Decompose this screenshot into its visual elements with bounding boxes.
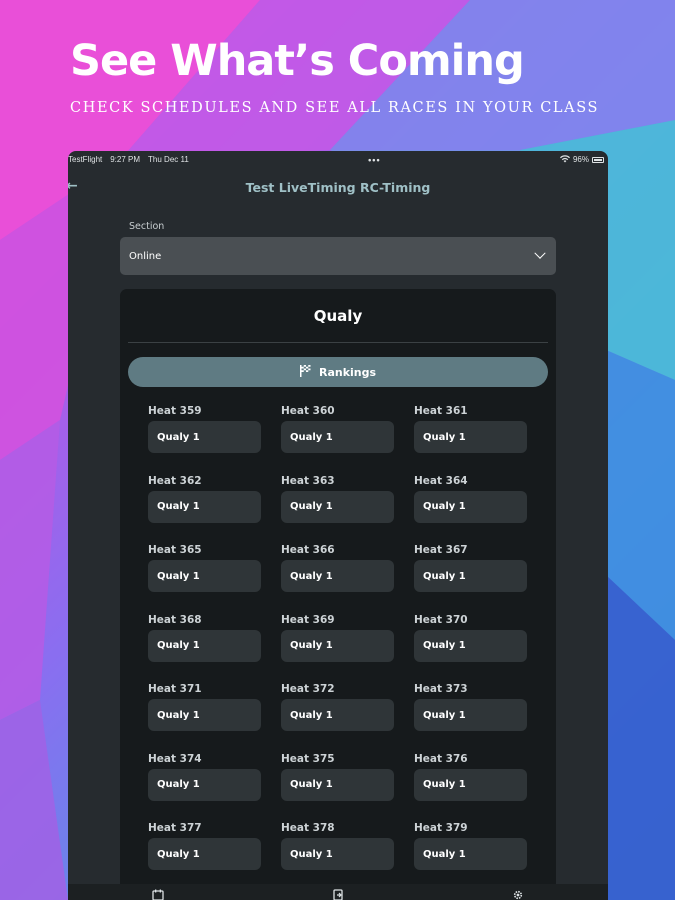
heat-round-button[interactable]: Qualy 1 xyxy=(281,560,394,592)
heat-name: Heat 366 xyxy=(281,544,335,556)
heat-round-button[interactable]: Qualy 1 xyxy=(414,560,527,592)
heat-name: Heat 376 xyxy=(414,752,468,765)
heat-item: Heat 375 Qualy 1 xyxy=(281,749,414,819)
heat-name: Heat 362 xyxy=(148,474,202,487)
status-date: Thu Dec 11 xyxy=(148,155,189,164)
heat-item: Heat 368 Qualy 1 xyxy=(148,610,281,680)
heat-name: Heat 378 xyxy=(281,822,335,834)
battery-percent: 96% xyxy=(572,155,589,164)
status-bar: TestFlight 9:27 PM Thu Dec 11 ••• 96% xyxy=(68,151,608,168)
heat-name: Heat 361 xyxy=(414,405,468,417)
heat-item: Heat 370 Qualy 1 xyxy=(414,610,547,680)
heat-item: Heat 367 Qualy 1 xyxy=(414,540,547,610)
wifi-icon xyxy=(559,154,570,165)
section-select-value: Online xyxy=(129,250,162,262)
heat-name: Heat 364 xyxy=(414,474,468,487)
heat-item: Heat 379 Qualy 1 xyxy=(414,818,547,888)
bottom-tab-bar xyxy=(68,884,608,900)
heat-name: Heat 377 xyxy=(148,822,202,834)
heat-round-button[interactable]: Qualy 1 xyxy=(414,838,527,870)
heat-item: Heat 361 Qualy 1 xyxy=(414,401,547,471)
gear-icon[interactable] xyxy=(512,889,524,900)
heat-round-button[interactable]: Qualy 1 xyxy=(281,699,394,731)
heat-name: Heat 372 xyxy=(281,683,335,695)
heat-round-button[interactable]: Qualy 1 xyxy=(414,768,527,801)
heat-item: Heat 378 Qualy 1 xyxy=(281,818,414,888)
heat-round-button[interactable]: Qualy 1 xyxy=(148,490,261,523)
section-label: Section xyxy=(129,221,165,232)
section-select[interactable]: Online xyxy=(120,237,556,275)
heat-name: Heat 369 xyxy=(281,613,335,626)
heat-item: Heat 371 Qualy 1 xyxy=(148,679,281,749)
heat-name: Heat 363 xyxy=(281,474,335,487)
heat-round-button[interactable]: Qualy 1 xyxy=(148,768,261,801)
heat-item: Heat 377 Qualy 1 xyxy=(148,818,281,888)
heat-round-button[interactable]: Qualy 1 xyxy=(148,560,261,592)
heat-name: Heat 359 xyxy=(148,405,202,417)
checkered-flag-icon xyxy=(299,364,311,380)
heat-round-button[interactable]: Qualy 1 xyxy=(281,838,394,870)
heat-item: Heat 359 Qualy 1 xyxy=(148,401,281,471)
promo-subhead: CHECK SCHEDULES AND SEE ALL RACES IN YOU… xyxy=(70,100,600,116)
heat-item: Heat 369 Qualy 1 xyxy=(281,610,414,680)
heat-name: Heat 360 xyxy=(281,405,335,417)
heat-name: Heat 373 xyxy=(414,683,468,695)
document-icon[interactable] xyxy=(332,889,344,900)
heat-round-button[interactable]: Qualy 1 xyxy=(414,421,527,453)
promo-headline: See What’s Coming xyxy=(70,36,525,86)
heat-item: Heat 365 Qualy 1 xyxy=(148,540,281,610)
app-title: Test LiveTiming RC-Timing xyxy=(245,179,431,195)
heat-round-button[interactable]: Qualy 1 xyxy=(414,699,527,731)
heat-name: Heat 374 xyxy=(148,752,202,765)
heat-round-button[interactable]: Qualy 1 xyxy=(148,421,261,453)
back-arrow-icon[interactable]: ← xyxy=(68,178,78,194)
heat-item: Heat 360 Qualy 1 xyxy=(281,401,414,471)
heat-round-button[interactable]: Qualy 1 xyxy=(148,629,261,662)
chevron-down-icon xyxy=(534,247,546,259)
heat-item: Heat 372 Qualy 1 xyxy=(281,679,414,749)
heat-round-button[interactable]: Qualy 1 xyxy=(414,629,527,662)
heat-grid: Heat 359 Qualy 1 Heat 360 Qualy 1 Heat 361 Qu… xyxy=(128,401,548,888)
status-carrier: TestFlight xyxy=(68,155,103,164)
heat-name: Heat 371 xyxy=(148,683,202,695)
heat-name: Heat 367 xyxy=(414,544,468,556)
status-time: 9:27 PM xyxy=(110,155,141,164)
heat-name: Heat 365 xyxy=(148,544,202,556)
heat-round-button[interactable]: Qualy 1 xyxy=(414,490,527,523)
heat-round-button[interactable]: Qualy 1 xyxy=(281,768,394,801)
heat-item: Heat 366 Qualy 1 xyxy=(281,540,414,610)
heat-round-button[interactable]: Qualy 1 xyxy=(281,629,394,662)
heat-round-button[interactable]: Qualy 1 xyxy=(148,699,261,731)
multitask-dots-icon[interactable]: ••• xyxy=(368,155,380,165)
main-content: Section Online Qualy Rankings Heat 359 Qu… xyxy=(68,221,608,900)
heat-round-button[interactable]: Qualy 1 xyxy=(281,490,394,523)
calendar-icon[interactable] xyxy=(152,889,164,900)
rankings-label: Rankings xyxy=(318,365,377,379)
heat-item: Heat 362 Qualy 1 xyxy=(148,471,281,541)
heat-item: Heat 376 Qualy 1 xyxy=(414,749,547,819)
heat-name: Heat 368 xyxy=(148,613,202,626)
app-bar: ← Test LiveTiming RC-Timing xyxy=(68,168,608,206)
heat-name: Heat 375 xyxy=(281,752,335,765)
tablet-screen: TestFlight 9:27 PM Thu Dec 11 ••• 96% ← … xyxy=(68,151,608,900)
battery-icon xyxy=(591,156,604,163)
heat-item: Heat 374 Qualy 1 xyxy=(148,749,281,819)
heat-round-button[interactable]: Qualy 1 xyxy=(281,421,394,453)
heat-name: Heat 370 xyxy=(414,613,468,626)
schedule-card: Qualy Rankings Heat 359 Qualy 1 Heat 360 Qu… xyxy=(120,289,556,900)
heat-item: Heat 364 Qualy 1 xyxy=(414,471,547,541)
card-title: Qualy xyxy=(128,289,548,343)
heat-item: Heat 363 Qualy 1 xyxy=(281,471,414,541)
rankings-button[interactable]: Rankings xyxy=(128,357,548,387)
heat-name: Heat 379 xyxy=(414,822,468,834)
heat-item: Heat 373 Qualy 1 xyxy=(414,679,547,749)
heat-round-button[interactable]: Qualy 1 xyxy=(148,838,261,870)
